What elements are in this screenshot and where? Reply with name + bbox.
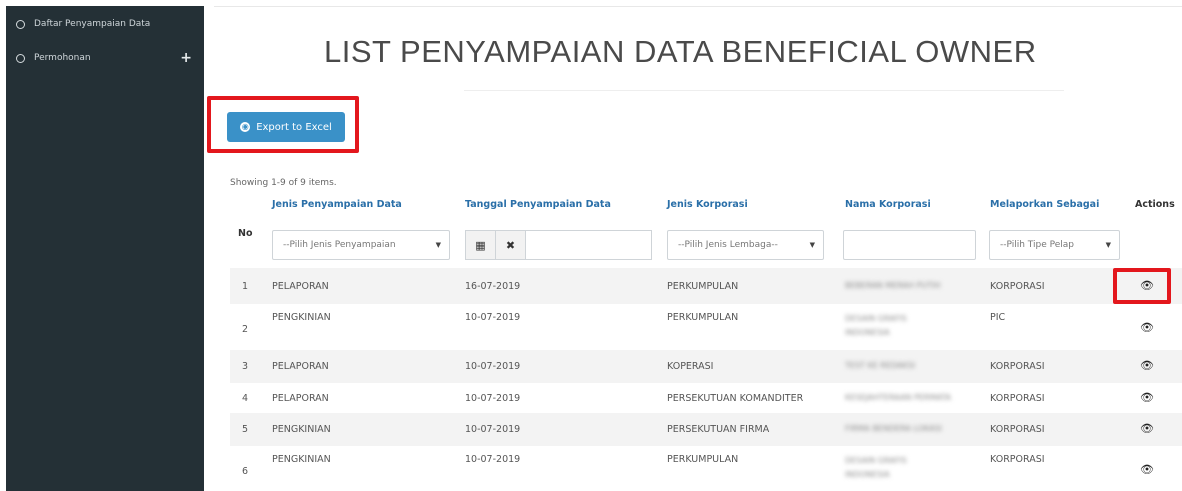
- sidebar-item-permohonan[interactable]: Permohonan +: [6, 41, 204, 75]
- cell-tanggal: 10-07-2019: [465, 361, 521, 372]
- column-header-actions: Actions: [1135, 199, 1175, 210]
- cell-tanggal: 10-07-2019: [465, 312, 521, 323]
- cell-korporasi: PERKUMPULAN: [667, 281, 739, 292]
- caret-down-icon: ▼: [1105, 241, 1111, 249]
- data-table: No Jenis Penyampaian Data Tanggal Penyam…: [230, 192, 1182, 491]
- column-header-nama-korporasi[interactable]: Nama Korporasi: [845, 199, 931, 210]
- cell-jenis: PENGKINIAN: [272, 454, 331, 465]
- cell-sebagai: KORPORASI: [990, 281, 1045, 292]
- cell-korporasi: PERSEKUTUAN FIRMA: [667, 424, 770, 435]
- divider: [214, 6, 1182, 7]
- select-value: --Pilih Tipe Pelap: [1000, 240, 1074, 250]
- divider: [464, 90, 1064, 91]
- clear-x-icon[interactable]: ✖: [496, 231, 526, 259]
- expand-plus-icon[interactable]: +: [180, 50, 192, 66]
- cell-jenis: PELAPORAN: [272, 393, 329, 404]
- view-eye-icon[interactable]: 👁: [1140, 279, 1154, 292]
- view-eye-icon[interactable]: 👁: [1140, 359, 1154, 372]
- cell-jenis: PELAPORAN: [272, 281, 329, 292]
- cell-no: 3: [242, 361, 249, 372]
- cell-tanggal: 10-07-2019: [465, 424, 521, 435]
- cell-nama-blurred: DESAIN GRAFIS INDONESIA: [845, 456, 907, 479]
- sidebar-item-daftar-penyampaian-data[interactable]: Daftar Penyampaian Data: [6, 7, 204, 41]
- jenis-korporasi-select[interactable]: --Pilih Jenis Lembaga-- ▼: [667, 230, 824, 260]
- sidebar-item-label: Daftar Penyampaian Data: [34, 19, 151, 29]
- circle-icon: [16, 19, 25, 29]
- table-row: 3 PELAPORAN 10-07-2019 KOPERASI TEST KE …: [230, 350, 1182, 383]
- view-eye-icon[interactable]: 👁: [1140, 391, 1154, 404]
- cell-no: 5: [242, 424, 249, 435]
- table-row: 5 PENGKINIAN 10-07-2019 PERSEKUTUAN FIRM…: [230, 413, 1182, 446]
- export-button-label: Export to Excel: [256, 121, 332, 133]
- cell-sebagai: KORPORASI: [990, 361, 1045, 372]
- cell-nama-blurred: FIRMA BENDERA LOKASI: [845, 424, 942, 433]
- cell-korporasi: PERKUMPULAN: [667, 312, 739, 323]
- table-row: 2 PENGKINIAN 10-07-2019 PERKUMPULAN DESA…: [230, 304, 1182, 350]
- cell-korporasi: KOPERASI: [667, 361, 714, 372]
- column-header-tanggal[interactable]: Tanggal Penyampaian Data: [465, 199, 611, 210]
- main-content: LIST PENYAMPAIAN DATA BENEFICIAL OWNER ◉…: [207, 0, 1182, 491]
- select-value: --Pilih Jenis Lembaga--: [678, 240, 778, 250]
- date-input[interactable]: [526, 231, 651, 259]
- view-eye-icon[interactable]: 👁: [1140, 321, 1154, 334]
- caret-down-icon: ▼: [809, 241, 815, 249]
- cell-tanggal: 10-07-2019: [465, 454, 521, 465]
- cell-tanggal: 16-07-2019: [465, 281, 521, 292]
- table-row: 4 PELAPORAN 10-07-2019 PERSEKUTUAN KOMAN…: [230, 383, 1182, 413]
- column-header-no: No: [238, 228, 253, 239]
- cell-sebagai: KORPORASI: [990, 454, 1045, 465]
- column-header-jenis-penyampaian[interactable]: Jenis Penyampaian Data: [272, 199, 402, 210]
- caret-down-icon: ▼: [435, 241, 441, 249]
- table-row: 6 PENGKINIAN 10-07-2019 PERKUMPULAN DESA…: [230, 446, 1182, 491]
- tanggal-date-filter: ▦ ✖: [465, 230, 652, 260]
- column-header-melaporkan-sebagai[interactable]: Melaporkan Sebagai: [990, 199, 1099, 210]
- view-eye-icon[interactable]: 👁: [1140, 463, 1154, 476]
- view-eye-icon[interactable]: 👁: [1140, 422, 1154, 435]
- cell-nama-blurred: BEBERAN MERAH PUTIH: [845, 281, 941, 290]
- cell-no: 1: [242, 281, 249, 292]
- summary-text: Showing 1-9 of 9 items.: [230, 178, 337, 188]
- cell-sebagai: PIC: [990, 312, 1006, 323]
- column-header-jenis-korporasi[interactable]: Jenis Korporasi: [667, 199, 748, 210]
- cell-jenis: PELAPORAN: [272, 361, 329, 372]
- table-row: 1 PELAPORAN 16-07-2019 PERKUMPULAN BEBER…: [230, 268, 1182, 304]
- cell-nama-blurred: DESAIN GRAFIS INDONESIA: [845, 314, 907, 337]
- cell-sebagai: KORPORASI: [990, 424, 1045, 435]
- cell-sebagai: KORPORASI: [990, 393, 1045, 404]
- cell-jenis: PENGKINIAN: [272, 424, 331, 435]
- select-value: --Pilih Jenis Penyampaian: [283, 240, 396, 250]
- sidebar: Daftar Penyampaian Data Permohonan +: [6, 6, 204, 491]
- sidebar-item-label: Permohonan: [34, 53, 91, 63]
- cell-tanggal: 10-07-2019: [465, 393, 521, 404]
- cell-jenis: PENGKINIAN: [272, 312, 331, 323]
- jenis-penyampaian-select[interactable]: --Pilih Jenis Penyampaian ▼: [272, 230, 450, 260]
- export-to-excel-button[interactable]: ◉ Export to Excel: [227, 112, 345, 142]
- cell-no: 4: [242, 393, 249, 404]
- melaporkan-sebagai-select[interactable]: --Pilih Tipe Pelap ▼: [989, 230, 1120, 260]
- cell-korporasi: PERSEKUTUAN KOMANDITER: [667, 393, 804, 404]
- cell-no: 6: [242, 466, 249, 477]
- circle-arrow-icon: ◉: [240, 122, 251, 132]
- cell-nama-blurred: KESEJAHTERAAN PERMATA: [845, 393, 951, 402]
- calendar-icon[interactable]: ▦: [466, 231, 496, 259]
- page-title: LIST PENYAMPAIAN DATA BENEFICIAL OWNER: [324, 34, 1037, 69]
- cell-nama-blurred: TEST KE REDAKSI: [845, 361, 916, 370]
- cell-korporasi: PERKUMPULAN: [667, 454, 739, 465]
- cell-no: 2: [242, 324, 249, 335]
- nama-korporasi-input[interactable]: [843, 230, 976, 260]
- circle-icon: [16, 53, 25, 63]
